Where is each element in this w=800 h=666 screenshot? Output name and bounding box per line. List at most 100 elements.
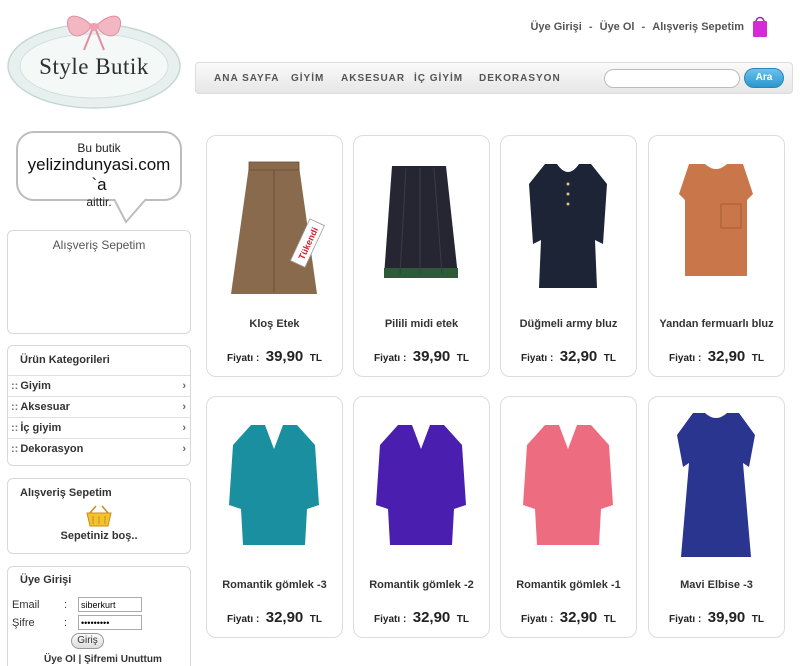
product-price: Fiyatı : 32,90 TL xyxy=(354,609,489,627)
chevron-right-icon: › xyxy=(182,380,186,392)
price-label: Fiyatı : xyxy=(669,353,702,364)
price-label: Fiyatı : xyxy=(374,353,407,364)
price-currency: TL xyxy=(603,353,616,364)
blouse-image[interactable] xyxy=(501,144,636,304)
category-item-giyim[interactable]: :: Giyim › xyxy=(8,375,190,396)
dress-image[interactable] xyxy=(649,405,784,565)
price-label: Fiyatı : xyxy=(227,353,260,364)
login-title: Üye Girişi xyxy=(20,574,72,586)
logo-text: Style Butik xyxy=(39,54,149,79)
product-card[interactable]: Mavi Elbise -3 Fiyatı : 39,90 TL xyxy=(648,396,785,638)
category-label: Aksesuar xyxy=(20,401,70,413)
category-dots: :: xyxy=(11,401,19,413)
price-value: 32,90 xyxy=(265,609,304,626)
category-label: Giyim xyxy=(20,380,51,392)
nav-item-underwear[interactable]: İÇ GİYİM xyxy=(414,73,463,84)
price-value: 39,90 xyxy=(412,348,451,365)
product-card[interactable]: Romantik gömlek -3 Fiyatı : 32,90 TL xyxy=(206,396,343,638)
product-price: Fiyatı : 32,90 TL xyxy=(649,348,784,366)
login-link[interactable]: Üye Girişi xyxy=(530,21,581,33)
password-colon: : xyxy=(64,617,68,629)
category-item-aksesuar[interactable]: :: Aksesuar › xyxy=(8,396,190,417)
skirt-image[interactable]: Tükendi xyxy=(207,144,342,304)
product-name[interactable]: Kloş Etek xyxy=(207,318,342,330)
price-currency: TL xyxy=(309,353,322,364)
bubble-line-1: Bu butik xyxy=(77,141,121,155)
product-name[interactable]: Romantik gömlek -3 xyxy=(207,579,342,591)
price-value: 32,90 xyxy=(559,609,598,626)
categories-panel: Ürün Kategorileri :: Giyim › :: Aksesuar ›… xyxy=(7,345,191,466)
search-input[interactable] xyxy=(604,69,740,88)
search-button[interactable]: Ara xyxy=(744,68,784,88)
price-currency: TL xyxy=(456,614,469,625)
product-name[interactable]: Pilili midi etek xyxy=(354,318,489,330)
nav-item-accessories[interactable]: AKSESUAR xyxy=(341,73,405,84)
shirt-image[interactable] xyxy=(207,405,342,565)
category-label: İç giyim xyxy=(20,422,62,434)
category-item-dekorasyon[interactable]: :: Dekorasyon › xyxy=(8,438,190,459)
category-item-ic-giyim[interactable]: :: İç giyim › xyxy=(8,417,190,438)
product-card[interactable]: Tükendi Kloş Etek Fiyatı : 39,90 TL xyxy=(206,135,343,377)
price-label: Fiyatı : xyxy=(521,353,554,364)
email-row: Email : xyxy=(12,597,142,612)
product-price: Fiyatı : 32,90 TL xyxy=(501,609,636,627)
price-currency: TL xyxy=(309,614,322,625)
price-value: 32,90 xyxy=(412,609,451,626)
price-value: 32,90 xyxy=(707,348,746,365)
price-label: Fiyatı : xyxy=(374,614,407,625)
price-value: 39,90 xyxy=(707,609,746,626)
categories-title: Ürün Kategorileri xyxy=(20,354,110,366)
cart-link[interactable]: Alışveriş Sepetim xyxy=(652,21,744,33)
nav-item-decoration[interactable]: DEKORASYON xyxy=(479,73,561,84)
top-link-separator: - xyxy=(588,21,593,33)
password-row: Şifre : xyxy=(12,615,142,630)
register-link[interactable]: Üye Ol xyxy=(44,654,76,665)
cart-summary-panel: Alışveriş Sepetim Sepetiniz boş.. xyxy=(7,478,191,554)
product-card[interactable]: Pilili midi etek Fiyatı : 39,90 TL xyxy=(353,135,490,377)
password-field[interactable] xyxy=(78,615,142,630)
category-dots: :: xyxy=(11,380,19,392)
login-panel: Üye Girişi Email : Şifre : Giriş Üye Ol … xyxy=(7,566,191,666)
shirt-image[interactable] xyxy=(501,405,636,565)
product-price: Fiyatı : 39,90 TL xyxy=(354,348,489,366)
product-card[interactable]: Romantik gömlek -1 Fiyatı : 32,90 TL xyxy=(500,396,637,638)
product-name[interactable]: Yandan fermuarlı bluz xyxy=(649,318,784,330)
price-currency: TL xyxy=(456,353,469,364)
product-price: Fiyatı : 39,90 TL xyxy=(207,348,342,366)
nav-item-home[interactable]: ANA SAYFA xyxy=(214,73,280,84)
email-field[interactable] xyxy=(78,597,142,612)
cart-panel: Alışveriş Sepetim xyxy=(7,230,191,334)
main-nav: ANA SAYFA GİYİM AKSESUAR İÇ GİYİM DEKORA… xyxy=(195,62,793,94)
price-currency: TL xyxy=(751,353,764,364)
bubble-tail xyxy=(113,198,147,224)
site-logo[interactable]: Style Butik xyxy=(4,6,184,110)
cart-summary-title: Alışveriş Sepetim xyxy=(20,487,112,499)
skirt-image[interactable] xyxy=(354,144,489,304)
login-links: Üye Ol | Şifremi Unuttum xyxy=(44,654,162,665)
forgot-password-link[interactable]: Şifremi Unuttum xyxy=(84,654,162,665)
product-card[interactable]: Romantik gömlek -2 Fiyatı : 32,90 TL xyxy=(353,396,490,638)
login-button[interactable]: Giriş xyxy=(71,633,104,649)
product-name[interactable]: Romantik gömlek -1 xyxy=(501,579,636,591)
product-card[interactable]: Yandan fermuarlı bluz Fiyatı : 32,90 TL xyxy=(648,135,785,377)
price-currency: TL xyxy=(603,614,616,625)
email-label: Email xyxy=(12,599,40,611)
product-price: Fiyatı : 32,90 TL xyxy=(207,609,342,627)
product-price: Fiyatı : 39,90 TL xyxy=(649,609,784,627)
product-name[interactable]: Düğmeli army bluz xyxy=(501,318,636,330)
product-name[interactable]: Romantik gömlek -2 xyxy=(354,579,489,591)
chevron-right-icon: › xyxy=(182,422,186,434)
bubble-line-2: yelizindunyasi.com `a xyxy=(27,155,171,194)
product-name[interactable]: Mavi Elbise -3 xyxy=(649,579,784,591)
price-value: 32,90 xyxy=(559,348,598,365)
price-currency: TL xyxy=(751,614,764,625)
shopping-bag-icon[interactable] xyxy=(753,14,767,38)
shirt-image[interactable] xyxy=(354,405,489,565)
product-card[interactable]: Düğmeli army bluz Fiyatı : 32,90 TL xyxy=(500,135,637,377)
login-link-separator: | xyxy=(78,654,82,665)
top-links: Üye Girişi - Üye Ol - Alışveriş Sepetim xyxy=(530,21,744,33)
register-link[interactable]: Üye Ol xyxy=(600,21,635,33)
nav-item-clothing[interactable]: GİYİM xyxy=(291,73,324,84)
cart-empty-text: Sepetiniz boş.. xyxy=(60,530,138,542)
blouse-image[interactable] xyxy=(649,144,784,304)
